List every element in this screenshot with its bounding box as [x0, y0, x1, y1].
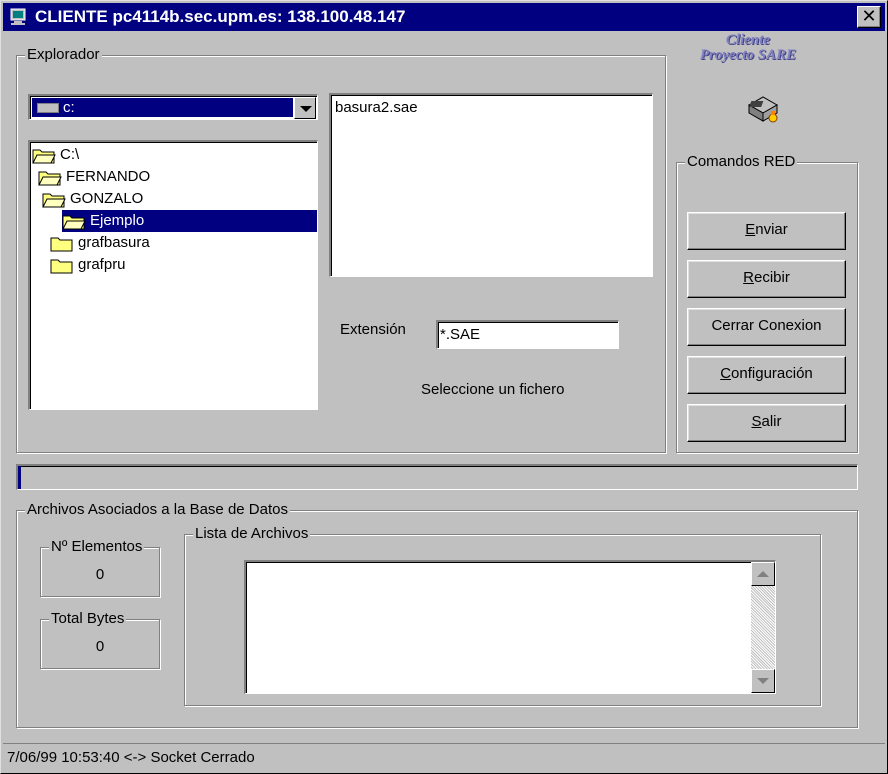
tree-item[interactable]: GONZALO: [30, 188, 317, 210]
elementos-box: Nº Elementos 0: [40, 538, 160, 597]
tree-item[interactable]: grafpru: [30, 254, 317, 276]
open-folder-icon: [38, 171, 62, 186]
directory-tree[interactable]: C:\ FERNANDO GONZALO Ejemplo grafbasura grafp…: [28, 140, 318, 410]
logo-line2: Proyecto SARE: [699, 47, 797, 63]
archivos-legend: Archivos Asociados a la Base de Datos: [25, 501, 290, 519]
bytes-value: 0: [95, 638, 105, 655]
tree-item[interactable]: grafbasura: [30, 232, 317, 254]
progress-bar: [16, 464, 858, 490]
close-icon: ✕: [861, 6, 877, 26]
tree-item-label: GONZALO: [70, 190, 144, 207]
salir-button[interactable]: Salir: [687, 404, 846, 442]
hard-drive-icon: [37, 103, 59, 113]
elementos-value: 0: [95, 566, 105, 583]
bytes-box: Total Bytes 0: [40, 610, 160, 669]
main-window: CLIENTE pc4114b.sec.upm.es: 138.100.48.1…: [0, 0, 888, 774]
logo-line1: Cliente: [725, 32, 771, 48]
comandos-legend: Comandos RED: [685, 153, 798, 171]
lista-label: Lista de Archivos: [193, 525, 311, 543]
drive-select[interactable]: c:: [28, 94, 318, 120]
chevron-down-icon[interactable]: [294, 97, 316, 119]
select-file-hint: Seleccione un fichero: [421, 381, 565, 398]
folder-icon: [50, 237, 73, 252]
extension-field-frame[interactable]: [436, 320, 619, 349]
tree-item-label: Ejemplo: [90, 212, 145, 229]
open-folder-icon: [62, 215, 86, 230]
extension-label: Extensión: [340, 321, 406, 338]
scroll-up-icon[interactable]: [751, 562, 775, 586]
file-item[interactable]: basura2.sae: [335, 99, 418, 116]
tree-item-label: grafpru: [78, 256, 126, 273]
enviar-label: nviar: [755, 221, 788, 238]
recibir-button[interactable]: Recibir: [687, 260, 846, 298]
tree-item-label: C:\: [60, 146, 80, 163]
file-list[interactable]: basura2.sae: [329, 93, 653, 277]
salir-label: alir: [761, 413, 782, 430]
configuracion-button[interactable]: Configuración: [687, 356, 846, 394]
progress-fill: [18, 466, 21, 489]
sare-logo: Cliente Proyecto SARE: [687, 33, 809, 63]
status-text: 7/06/99 10:53:40 <-> Socket Cerrado: [7, 749, 255, 766]
archivos-list[interactable]: [244, 560, 776, 694]
enviar-button[interactable]: Enviar: [687, 212, 846, 250]
elementos-label: Nº Elementos: [49, 538, 145, 556]
open-folder-icon: [32, 149, 56, 164]
cerrar-conexion-button[interactable]: Cerrar Conexion: [687, 308, 846, 346]
tree-item-label: grafbasura: [78, 234, 150, 251]
folder-icon: [50, 259, 73, 274]
drive-selected[interactable]: c:: [32, 98, 293, 117]
configuracion-label: onfiguración: [731, 365, 813, 382]
recibir-label: ecibir: [753, 269, 790, 286]
network-computer-icon: [747, 96, 779, 123]
salir-accel: S: [751, 413, 762, 430]
bytes-label: Total Bytes: [49, 610, 127, 628]
extension-input[interactable]: [439, 323, 615, 346]
close-button[interactable]: ✕: [857, 6, 881, 28]
computer-icon: [10, 8, 26, 25]
recibir-accel: R: [743, 269, 754, 286]
list-scrollbar[interactable]: [751, 562, 775, 693]
tree-item[interactable]: FERNANDO: [30, 166, 317, 188]
window-title: CLIENTE pc4114b.sec.upm.es: 138.100.48.1…: [35, 7, 406, 26]
explorador-legend: Explorador: [25, 46, 102, 64]
scroll-down-icon[interactable]: [751, 669, 775, 693]
tree-item[interactable]: C:\: [30, 144, 317, 166]
title-bar[interactable]: CLIENTE pc4114b.sec.upm.es: 138.100.48.1…: [3, 3, 885, 31]
tree-item-label: FERNANDO: [66, 168, 151, 185]
open-folder-icon: [42, 193, 66, 208]
enviar-accel: E: [745, 221, 756, 238]
configuracion-accel: C: [720, 365, 732, 382]
status-bar: 7/06/99 10:53:40 <-> Socket Cerrado: [3, 743, 885, 771]
tree-item[interactable]: Ejemplo: [62, 210, 317, 232]
cerrar-conexion-label: Cerrar Conexion: [711, 317, 822, 334]
drive-label: c:: [63, 99, 75, 116]
